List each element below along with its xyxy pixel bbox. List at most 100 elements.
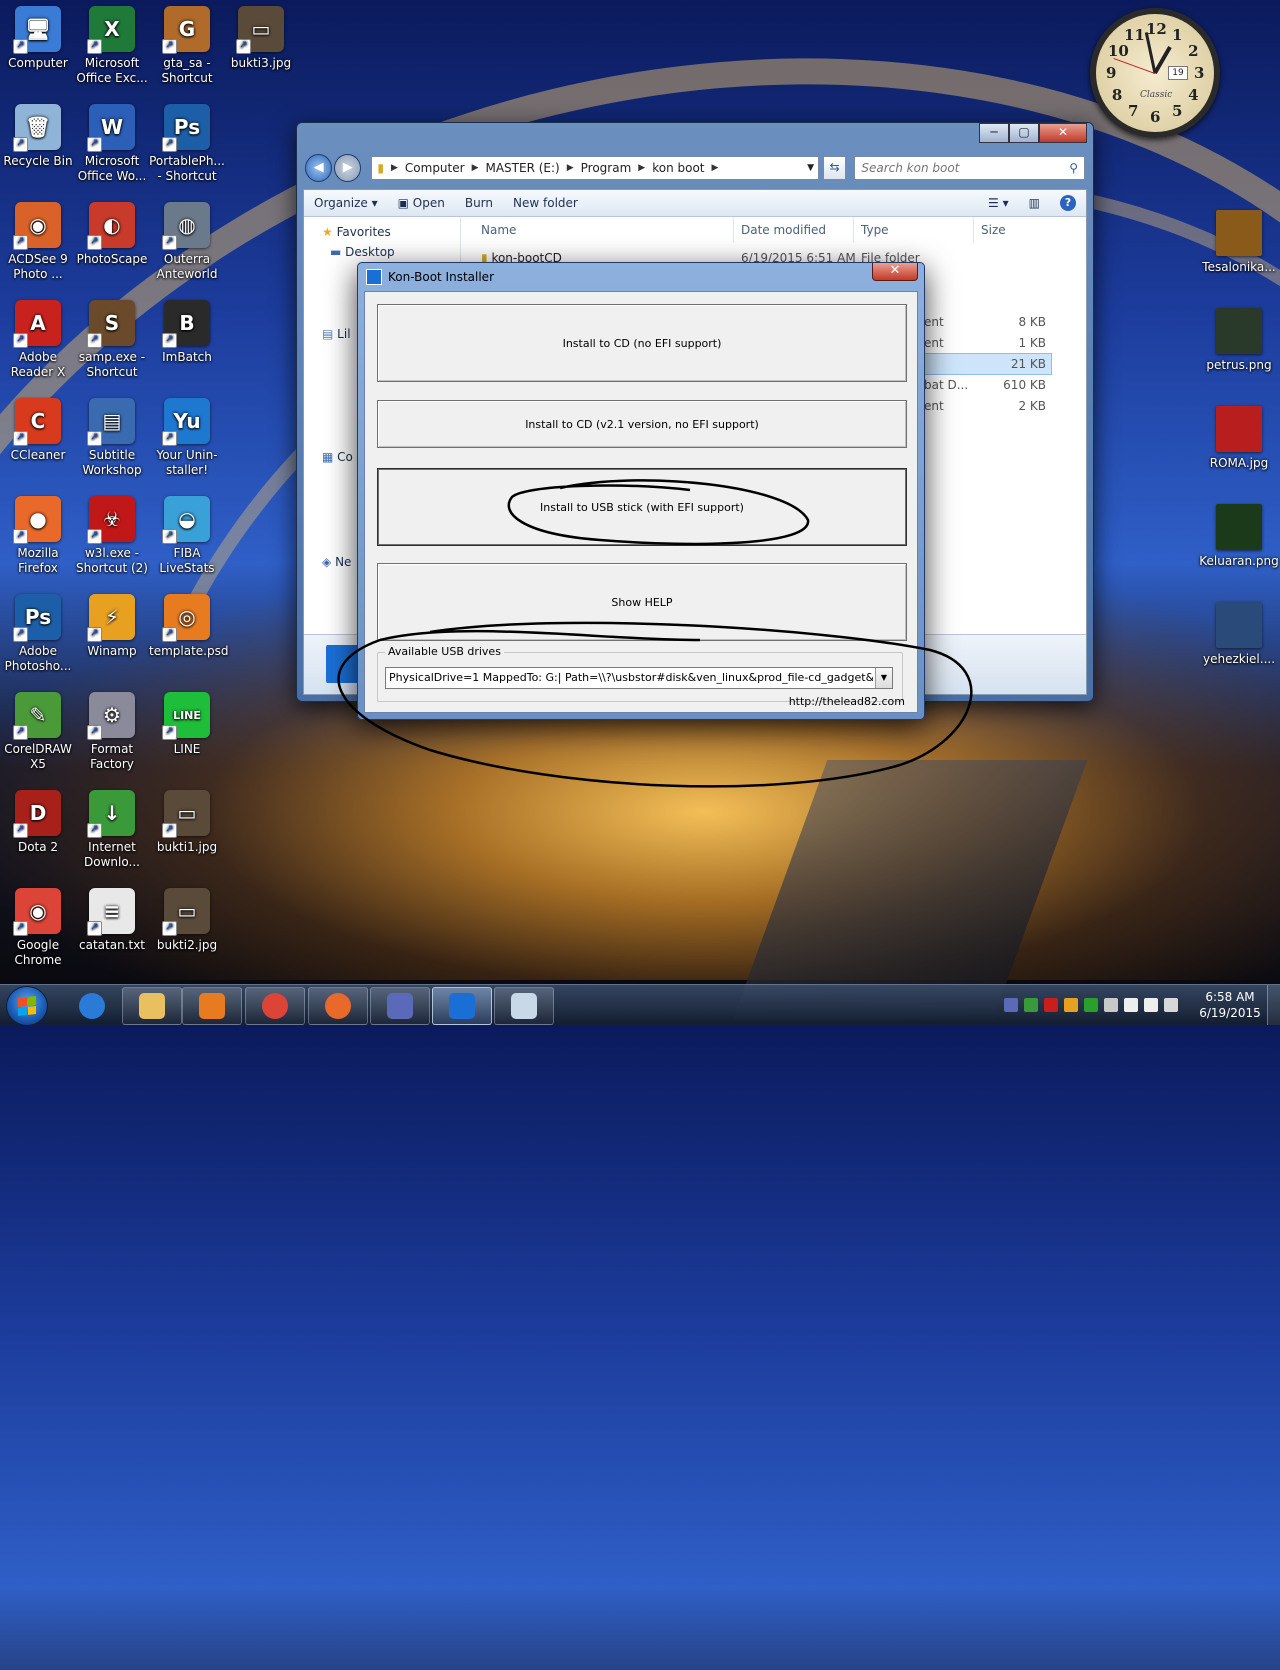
nav-network[interactable]: ◈ Ne [322, 555, 351, 569]
taskbar-explorer-button[interactable] [122, 987, 182, 1025]
notification-area [996, 985, 1186, 1025]
desktop-icon[interactable]: ● ↗ Mozilla Firefox [0, 496, 76, 576]
desktop-icon[interactable]: A ↗ Adobe Reader X [0, 300, 76, 380]
column-type[interactable]: Type [861, 223, 889, 237]
network-tray-icon[interactable] [1124, 998, 1138, 1012]
desktop-icon[interactable]: W ↗ Microsoft Office Wo... [74, 104, 150, 184]
desktop-icon[interactable]: B ↗ ImBatch [149, 300, 225, 365]
desktop-icon[interactable]: ▭ ↗ bukti3.jpg [223, 6, 299, 71]
organize-menu[interactable]: Organize ▾ [304, 196, 388, 210]
desktop-icon[interactable]: ◐ ↗ PhotoScape [74, 202, 150, 267]
desktop-icon[interactable]: ◎ ↗ template.psd [149, 594, 228, 659]
address-bar[interactable]: ▮ ▶ Computer ▶ MASTER (E:) ▶ Program ▶ k… [371, 156, 820, 180]
show-help-button[interactable]: Show HELP [377, 563, 907, 641]
install-cd-button[interactable]: Install to CD (no EFI support) [377, 304, 907, 382]
column-name[interactable]: Name [481, 223, 516, 237]
desktop-icon[interactable]: S ↗ samp.exe - Shortcut [74, 300, 150, 380]
taskbar-ie-button[interactable] [62, 987, 122, 1025]
nav-favorites[interactable]: ★ Favorites [322, 225, 391, 239]
preview-pane-icon[interactable]: ▥ [1019, 196, 1050, 210]
website-link[interactable]: http://thelead82.com [789, 695, 905, 708]
desktop-icon[interactable]: ◍ ↗ Outerra Anteworld [149, 202, 225, 282]
desktop-icon[interactable]: petrus.png [1198, 308, 1280, 373]
view-options-icon[interactable]: ☰ ▾ [978, 196, 1019, 210]
desktop-icon[interactable]: ◉ ↗ ACDSee 9 Photo ... [0, 202, 76, 282]
power-tray-icon[interactable] [1164, 998, 1178, 1012]
close-button[interactable]: ✕ [1039, 123, 1087, 143]
taskbar-paint-button[interactable] [494, 987, 554, 1025]
desktop-icon[interactable]: ⚡ ↗ Winamp [74, 594, 150, 659]
chevron-down-icon[interactable]: ▼ [875, 668, 892, 688]
desktop-icon[interactable]: ▭ ↗ bukti1.jpg [149, 790, 225, 855]
nav-libraries[interactable]: ▤ Lil [322, 327, 351, 341]
help-icon[interactable]: ? [1060, 195, 1076, 211]
desktop-icon[interactable]: 🗑 ↗ Recycle Bin [0, 104, 76, 169]
clock-gadget[interactable]: 12 1 2 3 4 5 6 7 8 9 10 11 19 Classic [1090, 8, 1220, 138]
search-box[interactable]: ⚲ [854, 156, 1085, 180]
open-button[interactable]: ▣ Open [388, 196, 455, 210]
install-usb-button[interactable]: Install to USB stick (with EFI support) [377, 468, 907, 546]
nav-computer[interactable]: ▦ Co [322, 450, 353, 464]
burn-button[interactable]: Burn [455, 196, 503, 210]
taskbar-media-player-icon [199, 993, 225, 1019]
new-folder-button[interactable]: New folder [503, 196, 588, 210]
maximize-button[interactable]: ▢ [1009, 123, 1039, 143]
java-tray-icon[interactable] [1064, 998, 1078, 1012]
chevron-down-icon[interactable]: ▼ [807, 163, 818, 173]
back-button[interactable]: ◀ [305, 154, 333, 182]
desktop-icon[interactable]: ≡ ↗ catatan.txt [74, 888, 150, 953]
desktop-icon[interactable]: Ps ↗ Adobe Photosho... [0, 594, 76, 674]
forward-button[interactable]: ▶ [334, 154, 362, 182]
nav-desktop[interactable]: ▬ Desktop [330, 245, 395, 259]
adobe-tray-icon[interactable] [1044, 998, 1058, 1012]
desktop-icon[interactable]: ↓ ↗ Internet Downlo... [74, 790, 150, 870]
show-desktop-button[interactable] [1267, 985, 1280, 1025]
desktop-icon[interactable]: G ↗ gta_sa - Shortcut [149, 6, 225, 86]
dialog-close-button[interactable]: ✕ [872, 263, 918, 281]
taskbar-firefox-button[interactable] [308, 987, 368, 1025]
desktop-icon[interactable]: 🖥 ↗ Computer [0, 6, 76, 71]
idm-tray-icon[interactable] [1084, 998, 1098, 1012]
desktop-icon[interactable]: ✎ ↗ CorelDRAW X5 [0, 692, 76, 772]
taskbar-media-player-button[interactable] [182, 987, 242, 1025]
breadcrumb-konboot[interactable]: kon boot [647, 161, 709, 175]
nvidia-tray-icon[interactable] [1024, 998, 1038, 1012]
desktop-icon[interactable]: Yu ↗ Your Unin-staller! [149, 398, 225, 478]
desktop-icon[interactable]: C ↗ CCleaner [0, 398, 76, 463]
usb-drive-select[interactable]: PhysicalDrive=1 MappedTo: G:| Path=\\?\u… [385, 667, 893, 689]
desktop-icon[interactable]: Keluaran.png [1198, 504, 1280, 569]
breadcrumb-program[interactable]: Program [576, 161, 637, 175]
breadcrumb-drive[interactable]: MASTER (E:) [480, 161, 564, 175]
shortcut-arrow-icon: ↗ [13, 431, 28, 446]
taskbar-konboot-button[interactable] [432, 987, 492, 1025]
desktop-icon[interactable]: LINE ↗ LINE [149, 692, 225, 757]
minimize-button[interactable]: ─ [979, 123, 1009, 143]
breadcrumb-computer[interactable]: Computer [400, 161, 470, 175]
desktop-icon[interactable]: ☣ ↗ w3l.exe - Shortcut (2) [74, 496, 150, 576]
desktop-icon[interactable]: Tesalonika... [1198, 210, 1280, 275]
start-button[interactable] [6, 986, 48, 1026]
desktop-icon[interactable]: ▤ ↗ Subtitle Workshop [74, 398, 150, 478]
desktop-icon[interactable]: Ps ↗ PortablePh... - Shortcut [149, 104, 225, 184]
infinity-tray-icon[interactable] [1004, 998, 1018, 1012]
desktop-icon[interactable]: ROMA.jpg [1198, 406, 1280, 471]
install-cd-v21-button[interactable]: Install to CD (v2.1 version, no EFI supp… [377, 400, 907, 448]
desktop-icon[interactable]: yehezkiel.... [1198, 602, 1280, 667]
taskbar-infinity-button[interactable] [370, 987, 430, 1025]
taskbar-chrome-button[interactable] [245, 987, 305, 1025]
desktop-icon[interactable]: ◉ ↗ Google Chrome [0, 888, 76, 968]
action-center-icon[interactable] [1104, 998, 1118, 1012]
desktop-icon[interactable]: D ↗ Dota 2 [0, 790, 76, 855]
column-size[interactable]: Size [981, 223, 1006, 237]
desktop-icon[interactable]: ⚙ ↗ Format Factory [74, 692, 150, 772]
column-date[interactable]: Date modified [741, 223, 826, 237]
volume-tray-icon[interactable] [1144, 998, 1158, 1012]
taskbar-clock[interactable]: 6:58 AM 6/19/2015 [1190, 989, 1270, 1021]
desktop-icon[interactable]: ◒ ↗ FIBA LiveStats [149, 496, 225, 576]
refresh-button[interactable]: ⇆ [823, 156, 847, 180]
search-input[interactable] [855, 160, 1064, 176]
desktop-icon[interactable]: ▭ ↗ bukti2.jpg [149, 888, 225, 953]
image-file-icon: ▭ ↗ [236, 6, 284, 54]
desktop-icon[interactable]: X ↗ Microsoft Office Exc... [74, 6, 150, 86]
konboot-dialog[interactable]: Kon-Boot Installer ✕ Install to CD (no E… [357, 262, 925, 720]
